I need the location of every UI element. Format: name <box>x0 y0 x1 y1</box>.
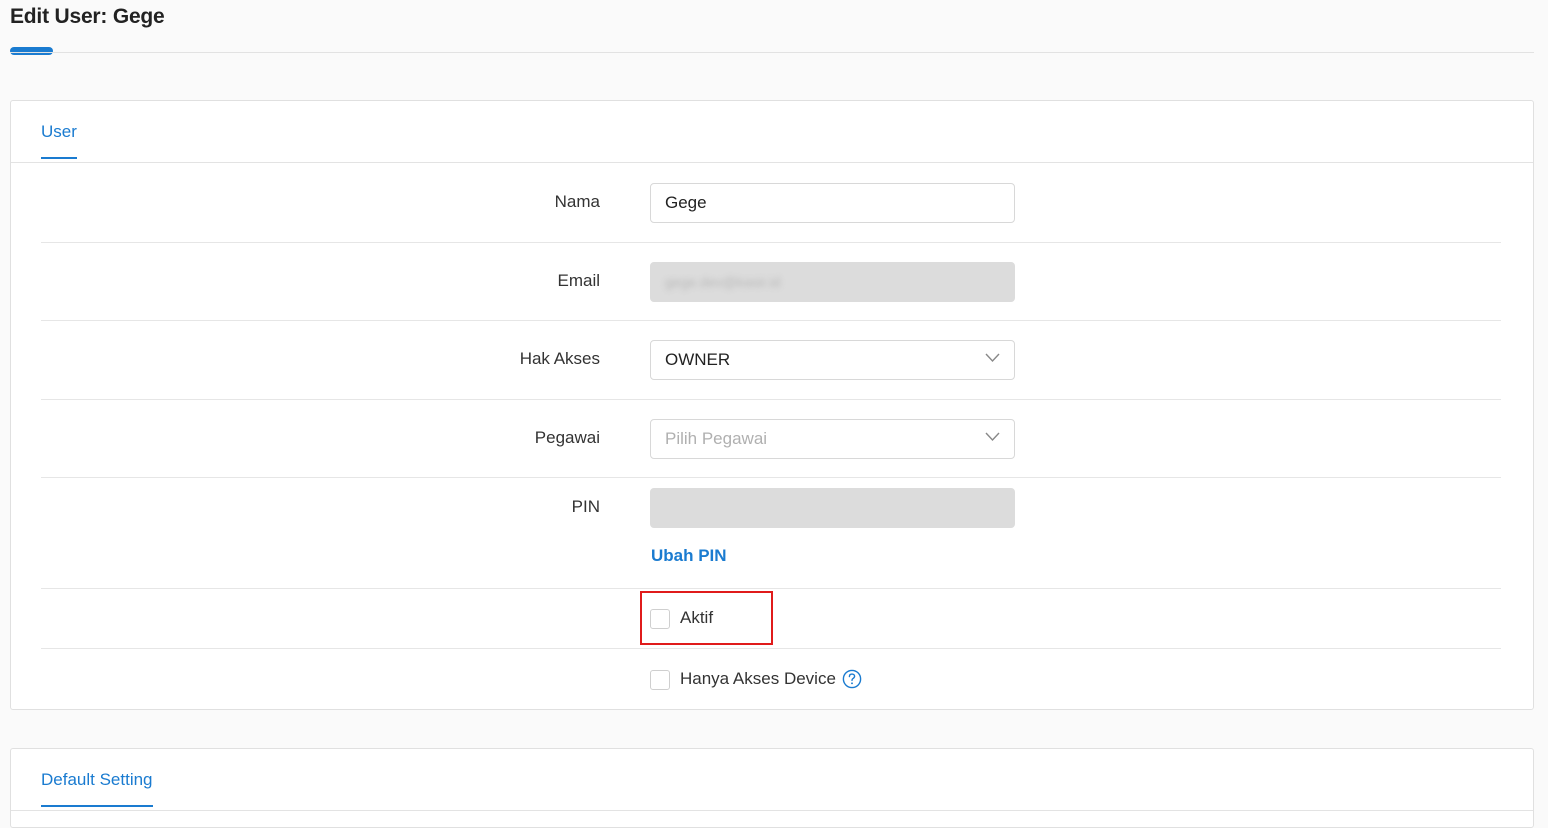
tab-default-setting[interactable]: Default Setting <box>41 770 153 807</box>
pegawai-select[interactable]: Pilih Pegawai <box>650 419 1015 459</box>
pegawai-placeholder: Pilih Pegawai <box>665 429 768 448</box>
nama-label: Nama <box>554 192 600 211</box>
nama-input[interactable]: Gege <box>650 183 1015 223</box>
aktif-highlight-box <box>640 591 773 645</box>
pin-label: PIN <box>571 497 600 516</box>
page-title: Edit User: Gege <box>10 5 165 28</box>
form-row-email: Email gege.dev@kasir.id <box>41 243 1501 321</box>
user-tab-bar: User <box>11 101 1533 163</box>
hak-akses-select[interactable]: OWNER <box>650 340 1015 380</box>
form-row-pegawai: Pegawai Pilih Pegawai <box>41 400 1501 478</box>
chevron-down-icon <box>985 432 1000 442</box>
hanya-akses-device-label[interactable]: Hanya Akses Device <box>680 669 836 689</box>
form-row-pin: PIN Ubah PIN <box>41 478 1501 589</box>
chevron-down-icon <box>985 353 1000 363</box>
title-divider <box>10 52 1534 53</box>
default-setting-tab-bar: Default Setting <box>11 749 1533 811</box>
hanya-akses-device-checkbox[interactable] <box>650 670 670 690</box>
tab-user[interactable]: User <box>41 122 77 159</box>
email-input: gege.dev@kasir.id <box>650 262 1015 302</box>
form-row-hak-akses: Hak Akses OWNER <box>41 321 1501 400</box>
form-row-hanya-akses-device: Hanya Akses Device <box>41 649 1501 710</box>
pin-input <box>650 488 1015 528</box>
form-row-aktif: Aktif <box>41 589 1501 649</box>
hak-akses-value: OWNER <box>665 350 731 369</box>
question-circle-icon[interactable] <box>842 669 862 689</box>
title-accent-bar <box>10 47 53 55</box>
hak-akses-label: Hak Akses <box>519 349 600 368</box>
pegawai-label: Pegawai <box>534 428 600 447</box>
form-row-nama: Nama Gege <box>41 163 1501 243</box>
user-card: User Nama Gege Email gege.dev@kasir.id H… <box>10 100 1534 710</box>
email-label: Email <box>557 271 600 290</box>
default-setting-card: Default Setting <box>10 748 1534 828</box>
ubah-pin-link[interactable]: Ubah PIN <box>651 546 727 566</box>
email-value-blurred: gege.dev@kasir.id <box>665 274 781 290</box>
